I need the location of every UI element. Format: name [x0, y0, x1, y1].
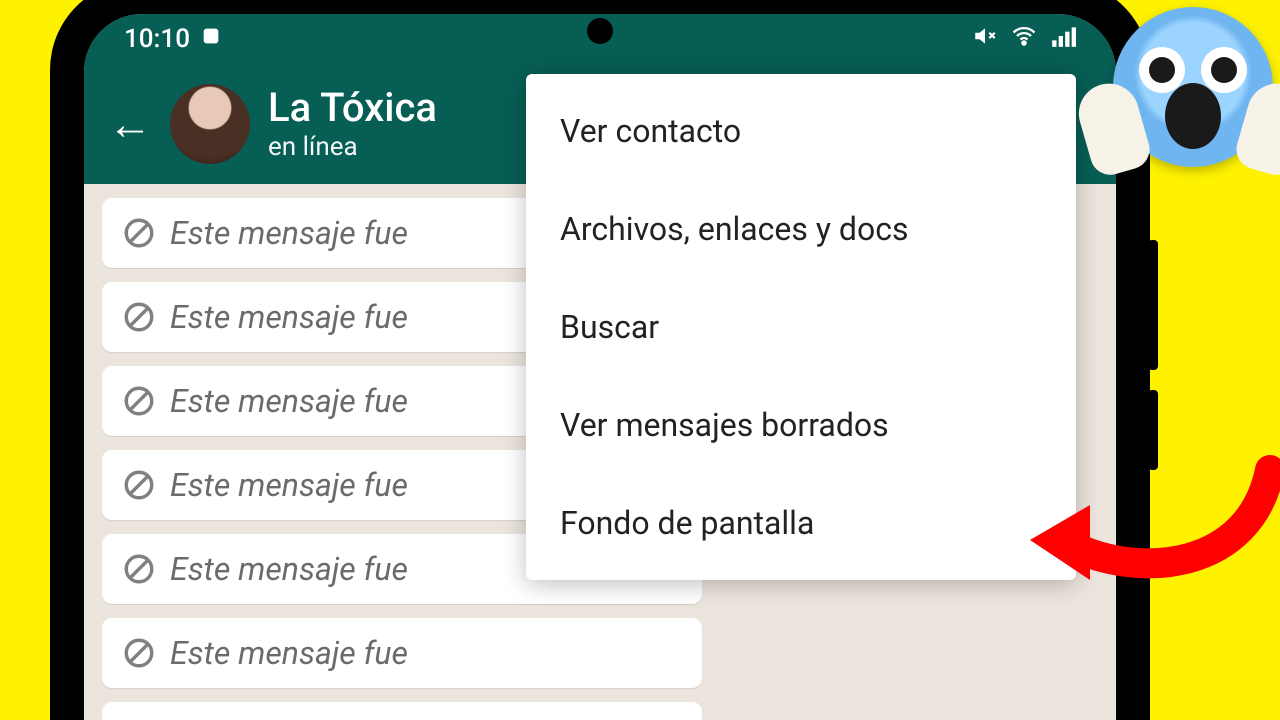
menu-item-ver-mensajes-borrados[interactable]: Ver mensajes borrados	[526, 376, 1076, 474]
contact-name: La Tóxica	[268, 86, 437, 130]
wifi-icon	[1010, 22, 1038, 57]
menu-item-fondo-de-pantalla[interactable]: Fondo de pantalla	[526, 474, 1076, 572]
scream-emoji-icon	[1098, 0, 1280, 182]
signal-icon	[1050, 23, 1076, 56]
mute-icon	[972, 23, 998, 56]
red-arrow-icon	[1020, 450, 1280, 600]
deleted-message-text: Este mensaje fue	[170, 634, 408, 672]
phone-screen: 10:10	[84, 14, 1116, 720]
menu-item-archivos-enlaces-y-docs[interactable]: Archivos, enlaces y docs	[526, 180, 1076, 278]
camera-punch-hole	[587, 18, 613, 44]
back-arrow-icon[interactable]: ←	[108, 98, 152, 150]
deleted-message-text: Este mensaje fue	[170, 466, 408, 504]
deleted-message-text: Este mensaje fue	[170, 214, 408, 252]
phone-frame: 10:10	[50, 0, 1150, 720]
deleted-message-text: Este mensaje fue	[170, 382, 408, 420]
deleted-message-bubble[interactable]: Este mensaje fue	[102, 702, 702, 720]
overflow-menu: Ver contactoArchivos, enlaces y docsBusc…	[526, 74, 1076, 580]
avatar[interactable]	[170, 84, 250, 164]
status-time: 10:10	[124, 24, 190, 54]
chat-title-block[interactable]: La Tóxica en línea	[268, 86, 437, 162]
thumbnail-canvas: 10:10	[0, 0, 1280, 720]
notification-icon	[200, 24, 222, 54]
deleted-message-text: Este mensaje fue	[170, 298, 408, 336]
menu-item-buscar[interactable]: Buscar	[526, 278, 1076, 376]
deleted-message-text: Este mensaje fue	[170, 550, 408, 588]
deleted-message-bubble[interactable]: Este mensaje fue	[102, 618, 702, 688]
menu-item-ver-contacto[interactable]: Ver contacto	[526, 82, 1076, 180]
contact-status: en línea	[268, 132, 437, 162]
volume-button	[1148, 240, 1158, 370]
